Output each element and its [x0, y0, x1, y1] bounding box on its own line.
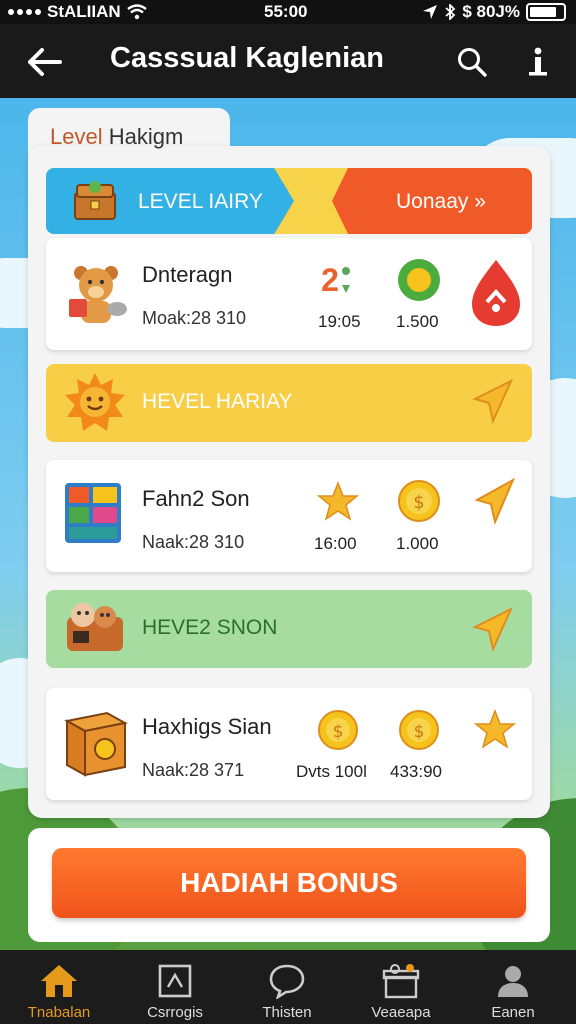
svg-text:$: $	[413, 492, 424, 513]
badge-number: 2	[321, 261, 339, 298]
row-value-time: 16:00	[314, 534, 357, 553]
profile-icon	[492, 962, 534, 1000]
svg-text:$: $	[414, 722, 425, 742]
list-item[interactable]: Haxhigs Sian Naak:28 371 $ Dvts 100l $ 4…	[46, 688, 532, 800]
carrier-name: StALIIAN	[47, 2, 121, 21]
bonus-button[interactable]: HADIAH BONUS	[52, 848, 526, 918]
top-banner-right-label: Uonaay »	[396, 190, 486, 213]
game-icon	[154, 962, 196, 1000]
sun-flower-icon	[394, 256, 444, 304]
puzzle-blocks-icon	[62, 478, 128, 550]
search-icon	[458, 48, 487, 77]
battery-icon	[526, 3, 566, 21]
level-banner-label: HEVE2 SNON	[142, 616, 278, 639]
level-banner[interactable]: HEVEL HARIAY	[46, 364, 532, 442]
status-bar: StALIIAN 55:00 $ 80J%	[0, 0, 576, 24]
coin-icon: $	[396, 478, 442, 524]
nav-item-rewards[interactable]: Veaeapa	[346, 950, 456, 1024]
star-icon	[316, 480, 360, 522]
level-banner[interactable]: HEVE2 SNON	[46, 590, 532, 668]
row-title: Dnteragn	[142, 262, 233, 287]
back-arrow-icon	[28, 48, 62, 76]
back-button[interactable]	[22, 40, 66, 84]
card-tab-title-accent: Level	[50, 124, 103, 149]
nav-item-home[interactable]: Tnabalan	[4, 950, 114, 1024]
fire-badge-icon[interactable]	[468, 256, 524, 330]
search-button[interactable]	[450, 40, 494, 84]
row-subtitle: Moak:28 310	[142, 308, 247, 328]
nav-item-profile[interactable]: Eanen	[458, 950, 568, 1024]
nav-label: Thisten	[262, 1004, 312, 1021]
row-value-score: 433:90	[390, 762, 442, 781]
arrow-kite-icon[interactable]	[470, 606, 516, 654]
badge-number-icon: 2	[316, 260, 358, 300]
nav-label: Tnabalan	[27, 1004, 91, 1021]
coin-icon: $	[316, 708, 360, 752]
row-value-score: 1.500	[396, 312, 439, 331]
top-banner[interactable]: LEVEL IAIRY Uonaay »	[46, 168, 532, 234]
coin-icon: $	[396, 708, 442, 752]
bear-avatar-icon	[66, 260, 130, 328]
arrow-kite-icon[interactable]	[470, 378, 516, 426]
animal-friends-icon	[62, 596, 128, 662]
crate-box-icon	[60, 706, 130, 780]
top-banner-left-label: LEVEL IAIRY	[138, 190, 263, 213]
status-time: 55:00	[264, 2, 308, 21]
app-bar: Casssual Kaglenian	[0, 24, 576, 98]
nav-item-chat[interactable]: Thisten	[232, 950, 342, 1024]
page-title: Casssual Kaglenian	[110, 42, 384, 74]
chat-icon	[266, 962, 308, 1000]
sun-icon	[62, 370, 128, 434]
row-subtitle: Naak:28 310	[142, 532, 245, 552]
treasure-chest-icon	[70, 178, 120, 224]
status-right: $ 80J%	[422, 2, 566, 22]
list-item[interactable]: Dnteragn Moak:28 310 2 19:05 1.500	[46, 238, 532, 350]
level-banner-label: HEVEL HARIAY	[142, 390, 293, 413]
arrow-kite-icon[interactable]	[472, 478, 518, 524]
nav-item-games[interactable]: Csrrogis	[120, 950, 230, 1024]
info-icon	[529, 47, 547, 76]
signal-icon	[8, 9, 41, 15]
gift-icon	[380, 962, 422, 1000]
location-icon	[423, 5, 438, 19]
row-subtitle: Naak:28 371	[142, 760, 245, 780]
battery-percent: $ 80J%	[462, 2, 520, 21]
row-title: Fahn2 Son	[142, 486, 250, 511]
status-left: StALIIAN	[8, 2, 147, 22]
info-button[interactable]	[516, 40, 560, 84]
home-icon	[38, 962, 80, 1000]
svg-text:$: $	[333, 722, 344, 742]
list-item[interactable]: Fahn2 Son Naak:28 310 16:00 $ 1.000	[46, 460, 532, 572]
nav-label: Csrrogis	[147, 1004, 203, 1021]
bluetooth-icon	[445, 4, 456, 20]
row-value-time: 19:05	[318, 312, 361, 331]
star-icon[interactable]	[472, 706, 518, 752]
card-tab-title-rest: Hakigm	[102, 124, 184, 149]
bottom-nav: Tnabalan Csrrogis Thisten Veaeapa Eanen	[0, 950, 576, 1024]
nav-label: Veaeapa	[371, 1004, 431, 1021]
row-value-time: Dvts 100l	[296, 762, 367, 781]
row-value-score: 1.000	[396, 534, 439, 553]
nav-label: Eanen	[491, 1004, 535, 1021]
card-tab-title: Level Hakigm	[50, 124, 183, 150]
row-title: Haxhigs Sian	[142, 714, 272, 739]
wifi-icon	[126, 4, 147, 20]
